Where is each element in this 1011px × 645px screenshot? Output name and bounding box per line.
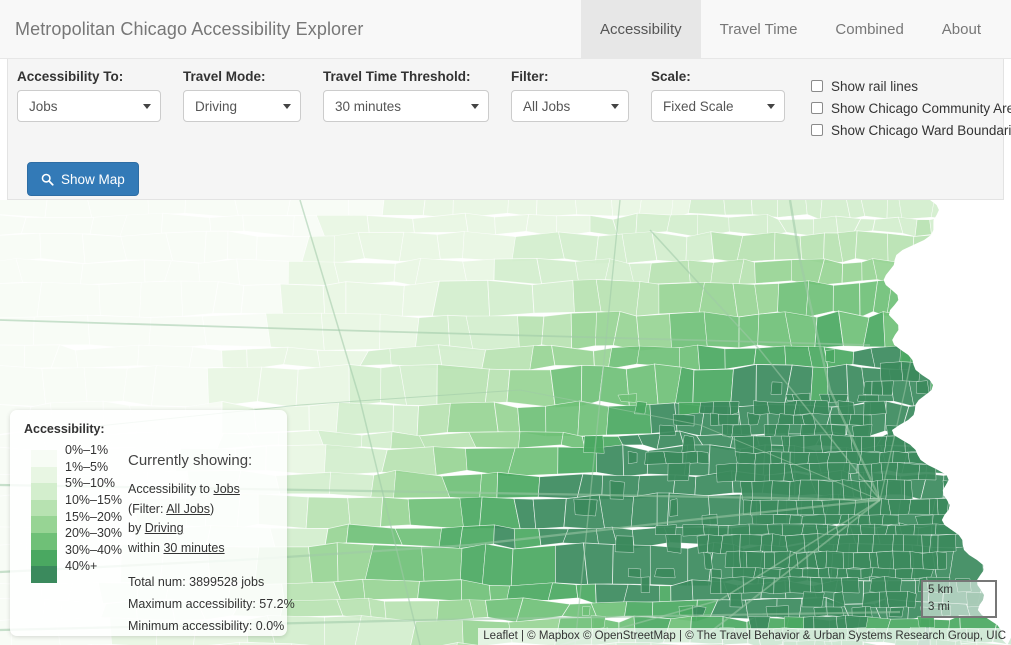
chevron-down-icon xyxy=(767,104,775,109)
showing-line3-prefix: by xyxy=(128,521,145,535)
select-accessibility-to[interactable]: Jobs xyxy=(17,90,161,122)
showing-link-threshold[interactable]: 30 minutes xyxy=(163,541,224,555)
select-travel-time-threshold[interactable]: 30 minutes xyxy=(323,90,489,122)
legend-swatch xyxy=(31,566,57,583)
chevron-down-icon xyxy=(471,104,479,109)
checkbox-box-icon xyxy=(811,124,823,136)
chevron-down-icon xyxy=(283,104,291,109)
map-attribution[interactable]: Leaflet | © Mapbox © OpenStreetMap | © T… xyxy=(478,628,1011,645)
select-threshold-value: 30 minutes xyxy=(335,98,402,114)
nav-tabs: Accessibility Travel Time Combined About xyxy=(580,0,1011,58)
select-scale[interactable]: Fixed Scale xyxy=(651,90,785,122)
select-scale-value: Fixed Scale xyxy=(663,98,734,114)
select-travel-mode-value: Driving xyxy=(195,98,238,114)
legend-swatch xyxy=(31,450,57,467)
app-brand-title: Metropolitan Chicago Accessibility Explo… xyxy=(15,18,364,39)
navbar: Metropolitan Chicago Accessibility Explo… xyxy=(0,0,1011,59)
legend-range-label: 5%–10% xyxy=(65,476,116,491)
legend-panel: Accessibility: 0%–1% 1%–5% 5%–10% 10%–15… xyxy=(10,410,295,637)
showing-link-filter[interactable]: All Jobs xyxy=(166,502,210,516)
label-travel-time-threshold: Travel Time Threshold: xyxy=(323,69,471,84)
select-filter[interactable]: All Jobs xyxy=(511,90,629,122)
tab-travel-time[interactable]: Travel Time xyxy=(701,0,817,58)
legend-range-label: 40%+ xyxy=(65,559,98,574)
label-accessibility-to: Accessibility To: xyxy=(17,69,124,84)
showing-line-filter: (Filter: All Jobs) xyxy=(128,500,295,520)
checkbox-show-rail-lines-label: Show rail lines xyxy=(831,78,919,94)
label-filter: Filter: xyxy=(511,69,549,84)
control-group-threshold: Travel Time Threshold: 30 minutes xyxy=(323,69,489,122)
showing-line1-prefix: Accessibility to xyxy=(128,482,214,496)
chevron-down-icon xyxy=(143,104,151,109)
label-travel-mode: Travel Mode: xyxy=(183,69,266,84)
checkbox-show-rail-lines[interactable]: Show rail lines xyxy=(811,75,1011,97)
legend-swatch xyxy=(31,532,57,550)
show-map-button-label: Show Map xyxy=(61,171,125,187)
select-accessibility-to-value: Jobs xyxy=(29,98,58,114)
select-travel-mode[interactable]: Driving xyxy=(183,90,301,122)
legend-range-label: 15%–20% xyxy=(65,509,122,524)
control-group-scale: Scale: Fixed Scale xyxy=(651,69,785,122)
legend-swatch xyxy=(31,516,57,533)
stat-total-num: Total num: 3899528 jobs xyxy=(128,575,265,589)
stat-max-accessibility: Maximum accessibility: 57.2% xyxy=(128,597,295,611)
select-filter-value: All Jobs xyxy=(523,98,571,114)
showing-link-mode[interactable]: Driving xyxy=(145,521,184,535)
control-group-accessibility-to: Accessibility To: Jobs xyxy=(17,69,161,122)
showing-line-accessibility-to: Accessibility to Jobs xyxy=(128,480,295,500)
map-scale-bar: 5 km 3 mi xyxy=(921,580,997,618)
legend-range-label: 20%–30% xyxy=(65,526,122,541)
legend-range-label: 30%–40% xyxy=(65,542,122,557)
legend-item: 40%+ xyxy=(24,559,119,583)
search-icon xyxy=(41,173,54,186)
legend-range-label: 10%–15% xyxy=(65,493,122,508)
control-group-travel-mode: Travel Mode: Driving xyxy=(183,69,301,122)
checkbox-box-icon xyxy=(811,102,823,114)
showing-line-mode: by Driving xyxy=(128,519,295,539)
checkbox-show-ward-boundaries[interactable]: Show Chicago Ward Boundaries xyxy=(811,119,1011,141)
layer-checkbox-group: Show rail lines Show Chicago Community A… xyxy=(811,75,1011,141)
currently-showing-heading: Currently showing: xyxy=(128,452,253,469)
legend-title: Accessibility: xyxy=(24,422,105,436)
legend-swatch xyxy=(31,499,57,517)
showing-link-jobs[interactable]: Jobs xyxy=(213,482,239,496)
legend-swatch xyxy=(31,483,57,500)
legend-swatch xyxy=(31,466,57,484)
legend-swatch xyxy=(31,549,57,567)
checkbox-show-community-areas[interactable]: Show Chicago Community Areas xyxy=(811,97,1011,119)
currently-showing-column: Currently showing: Accessibility to Jobs… xyxy=(119,450,295,637)
showing-stats: Total num: 3899528 jobs Maximum accessib… xyxy=(128,571,295,637)
legend-range-label: 1%–5% xyxy=(65,459,109,474)
control-row: Accessibility To: Jobs Travel Mode: Driv… xyxy=(17,69,1011,141)
scale-bar-km: 5 km xyxy=(921,580,997,599)
stat-min-accessibility: Minimum accessibility: 0.0% xyxy=(128,619,285,633)
legend-range-label: 0%–1% xyxy=(65,443,109,458)
tab-combined[interactable]: Combined xyxy=(816,0,922,58)
label-scale: Scale: xyxy=(651,69,691,84)
legend-swatch-column: 0%–1% 1%–5% 5%–10% 10%–15% 15%–20% 20%–3… xyxy=(24,443,122,637)
checkbox-show-ward-boundaries-label: Show Chicago Ward Boundaries xyxy=(831,122,1011,138)
showing-line-threshold: within 30 minutes xyxy=(128,539,295,559)
showing-line4-prefix: within xyxy=(128,540,164,555)
checkbox-box-icon xyxy=(811,80,823,92)
control-panel: Accessibility To: Jobs Travel Mode: Driv… xyxy=(7,59,1011,200)
control-group-filter: Filter: All Jobs xyxy=(511,69,629,122)
showing-line2-suffix: ) xyxy=(209,501,215,516)
checkbox-show-community-areas-label: Show Chicago Community Areas xyxy=(831,100,1011,116)
show-map-button[interactable]: Show Map xyxy=(27,162,139,196)
scale-bar-mi: 3 mi xyxy=(921,599,997,618)
tab-about[interactable]: About xyxy=(923,0,1000,58)
showing-line2-prefix: (Filter: xyxy=(128,501,167,516)
chevron-down-icon xyxy=(611,104,619,109)
tab-accessibility[interactable]: Accessibility xyxy=(580,0,701,58)
